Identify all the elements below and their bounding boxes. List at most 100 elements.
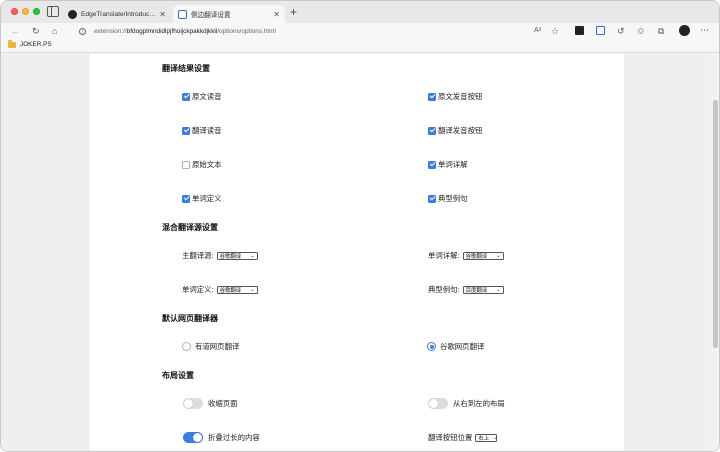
button-position-select[interactable]: 右上 ⌄ bbox=[475, 433, 498, 442]
option-target-pronunciation[interactable]: 翻译读音 bbox=[182, 125, 222, 136]
home-icon[interactable]: ⌂ bbox=[52, 25, 57, 37]
favorites-icon[interactable]: ✩ bbox=[637, 25, 645, 37]
checkbox-checked[interactable] bbox=[182, 194, 190, 203]
refresh-icon[interactable]: ↻ bbox=[32, 25, 40, 37]
word-details-translator-row: 单词详解: 谷歌翻译 ⌄ bbox=[428, 250, 504, 261]
option-label: 单词定义 bbox=[192, 194, 222, 203]
word-definition-select[interactable]: 谷歌翻译 ⌄ bbox=[216, 285, 258, 294]
checkbox-checked[interactable] bbox=[428, 92, 436, 101]
row-label: 主翻译源: bbox=[182, 251, 214, 260]
tab-actions-icon[interactable] bbox=[47, 6, 59, 17]
select-value: 百度翻译 bbox=[465, 287, 488, 294]
option-label: 从右到左的布局 bbox=[453, 399, 505, 408]
toggle-switch-on[interactable] bbox=[183, 432, 203, 443]
option-label: 折叠过长的内容 bbox=[208, 433, 260, 442]
toggle-switch-off[interactable] bbox=[183, 398, 203, 409]
checkbox-checked[interactable] bbox=[428, 194, 436, 203]
section-title-layout: 布局设置 bbox=[162, 371, 194, 380]
option-source-pronunciation-button[interactable]: 原文发音按钮 bbox=[428, 91, 482, 102]
option-target-pronunciation-button[interactable]: 翻译发音按钮 bbox=[428, 125, 482, 136]
tab-title: 侧边翻译设置 bbox=[191, 12, 231, 19]
row-label: 翻译按钮位置 bbox=[428, 433, 473, 442]
read-aloud-icon[interactable]: Aᵃ bbox=[534, 25, 541, 37]
checkbox-checked[interactable] bbox=[428, 126, 436, 135]
bookmarks-bar: JOKER.PS bbox=[1, 39, 719, 53]
select-value: 谷歌翻译 bbox=[219, 287, 242, 294]
refresh-extension-icon[interactable]: ↺ bbox=[617, 25, 625, 37]
row-label: 单词定义: bbox=[182, 285, 214, 294]
collections-icon[interactable]: ⧉ bbox=[658, 25, 664, 37]
option-label: 谷歌网页翻译 bbox=[440, 342, 485, 351]
option-original-text[interactable]: 原始文本 bbox=[182, 159, 222, 170]
toggle-fold-long-content[interactable]: 折叠过长的内容 bbox=[183, 432, 260, 443]
browser-window: EdgeTranslate/Introduction.m ✕ 侧边翻译设置 ✕ … bbox=[0, 0, 720, 452]
select-value: 谷歌翻译 bbox=[465, 253, 488, 260]
profile-avatar[interactable] bbox=[679, 25, 690, 36]
github-icon bbox=[68, 9, 77, 19]
toggle-knob bbox=[193, 433, 202, 442]
scrollbar-thumb[interactable] bbox=[713, 100, 718, 348]
example-sentences-select[interactable]: 百度翻译 ⌄ bbox=[462, 285, 504, 294]
toggle-knob bbox=[429, 399, 438, 408]
toggle-knob bbox=[184, 399, 193, 408]
chevron-down-icon: ⌄ bbox=[250, 252, 255, 259]
toolbar: ← ↻ ⌂ i extension:// bfdogplmndidlpjfhoi… bbox=[1, 23, 719, 39]
favorite-add-icon[interactable]: ☆ bbox=[551, 25, 559, 37]
option-label: 原文读音 bbox=[192, 92, 222, 101]
tab-bar: EdgeTranslate/Introduction.m ✕ 侧边翻译设置 ✕ … bbox=[1, 1, 719, 23]
url-host: bfdogplmndidlpjfhoijckpakkdjkkil bbox=[126, 27, 218, 35]
close-tab-icon[interactable]: ✕ bbox=[273, 10, 280, 19]
toggle-rtl-layout[interactable]: 从右到左的布局 bbox=[428, 398, 505, 409]
main-translator-select[interactable]: 谷歌翻译 ⌄ bbox=[216, 251, 258, 260]
option-source-pronunciation[interactable]: 原文读音 bbox=[182, 91, 222, 102]
url-path: /options/options.html bbox=[217, 27, 276, 35]
close-tab-icon[interactable]: ✕ bbox=[159, 10, 166, 19]
web-translator-youdao[interactable]: 有道网页翻译 bbox=[182, 341, 239, 352]
toggle-shrink-page[interactable]: 收缩页面 bbox=[183, 398, 238, 409]
tab-edgetranslate-intro[interactable]: EdgeTranslate/Introduction.m ✕ bbox=[63, 5, 171, 23]
edge-translate-extension-icon[interactable] bbox=[596, 26, 605, 35]
option-word-definition[interactable]: 单词定义 bbox=[182, 193, 222, 204]
option-label: 典型例句 bbox=[438, 194, 468, 203]
option-word-details[interactable]: 单词详解 bbox=[428, 159, 468, 170]
bookmark-joker[interactable]: JOKER.PS bbox=[8, 40, 52, 48]
radio-selected[interactable] bbox=[427, 342, 436, 351]
chevron-down-icon: ⌄ bbox=[496, 252, 501, 259]
word-details-select[interactable]: 谷歌翻译 ⌄ bbox=[462, 251, 504, 260]
maximize-window-button[interactable] bbox=[33, 8, 40, 15]
option-label: 原始文本 bbox=[192, 160, 222, 169]
more-menu-icon[interactable]: ⋯ bbox=[700, 25, 709, 36]
section-title-web-translator: 默认网页翻译器 bbox=[162, 314, 218, 323]
minimize-window-button[interactable] bbox=[22, 8, 29, 15]
option-label: 翻译读音 bbox=[192, 126, 222, 135]
info-icon[interactable]: i bbox=[79, 27, 86, 35]
checkbox-checked[interactable] bbox=[428, 160, 436, 169]
folder-icon bbox=[8, 40, 16, 48]
toggle-switch-off[interactable] bbox=[428, 398, 448, 409]
tab-options[interactable]: 侧边翻译设置 ✕ bbox=[173, 5, 285, 23]
translate-button-position-row: 翻译按钮位置 右上 ⌄ bbox=[428, 432, 498, 443]
address-bar[interactable]: i extension:// bfdogplmndidlpjfhoijckpak… bbox=[73, 24, 533, 38]
extension-icon[interactable] bbox=[575, 26, 584, 35]
page-viewport: 翻译结果设置 原文读音 原文发音按钮 翻译读音 翻译发音按钮 原始文本 单词详解… bbox=[1, 54, 719, 451]
new-tab-button[interactable]: + bbox=[290, 5, 297, 19]
option-label: 单词详解 bbox=[438, 160, 468, 169]
checkbox-checked[interactable] bbox=[182, 126, 190, 135]
row-label: 单词详解: bbox=[428, 251, 460, 260]
radio-unselected[interactable] bbox=[182, 342, 191, 351]
tab-title: EdgeTranslate/Introduction.m bbox=[81, 10, 157, 18]
scrollbar[interactable] bbox=[711, 54, 719, 451]
close-window-button[interactable] bbox=[11, 8, 18, 15]
checkbox-unchecked[interactable] bbox=[182, 160, 190, 169]
section-title-result: 翻译结果设置 bbox=[162, 64, 210, 73]
row-label: 典型例句: bbox=[428, 285, 460, 294]
option-example-sentences[interactable]: 典型例句 bbox=[428, 193, 468, 204]
option-label: 翻译发音按钮 bbox=[438, 126, 483, 135]
section-title-hybrid: 混合翻译源设置 bbox=[162, 223, 218, 232]
checkbox-checked[interactable] bbox=[182, 92, 190, 101]
web-translator-google[interactable]: 谷歌网页翻译 bbox=[427, 341, 484, 352]
back-arrow-icon[interactable]: ← bbox=[11, 25, 20, 37]
edge-translate-icon bbox=[178, 9, 187, 19]
select-value: 谷歌翻译 bbox=[219, 253, 242, 260]
word-definition-translator-row: 单词定义: 谷歌翻译 ⌄ bbox=[182, 284, 258, 295]
